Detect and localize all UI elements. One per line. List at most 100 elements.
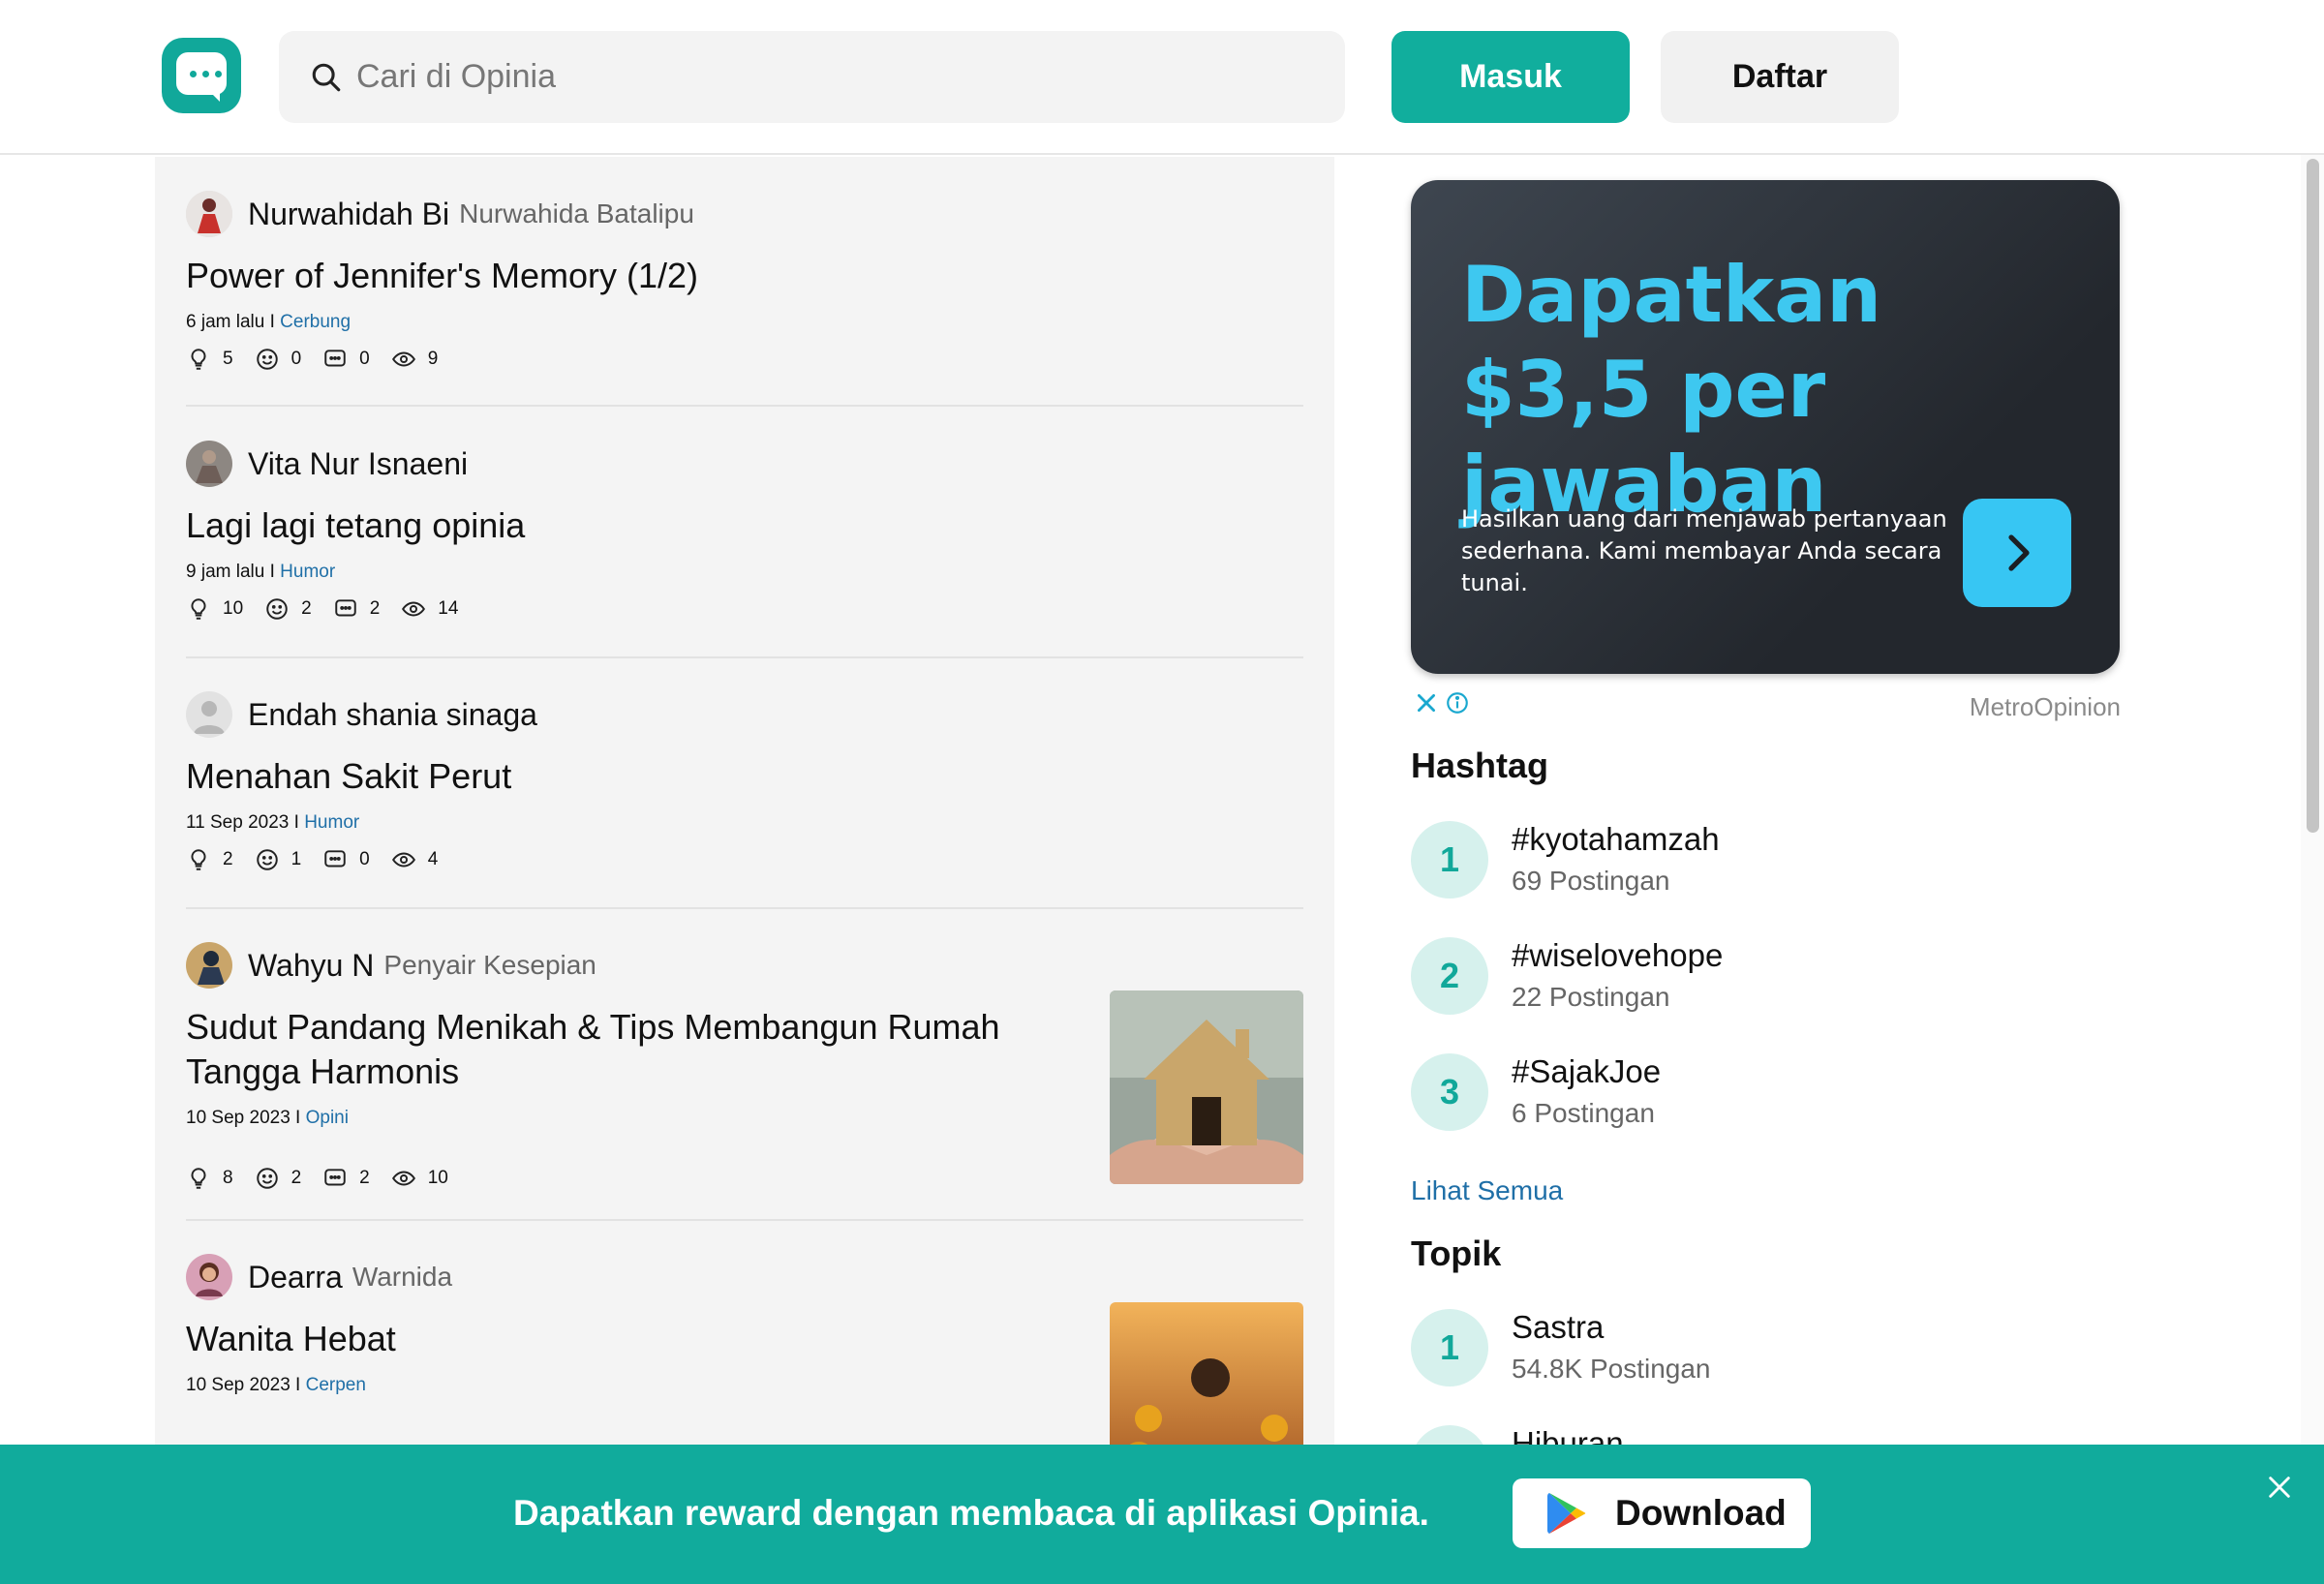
like-count: 8 <box>223 1168 233 1188</box>
hashtag-count: 6 Postingan <box>1512 1098 1655 1128</box>
reaction-count: 1 <box>290 849 302 869</box>
post-stats: 2 1 0 4 <box>186 847 1303 872</box>
post-author[interactable]: Endah shania sinaga <box>248 697 537 733</box>
post-meta: 6 jam lalu I Cerbung <box>186 312 1303 333</box>
hashtag-heading: Hashtag <box>1411 746 1549 785</box>
hashtag-item[interactable]: 1 #kyotahamzah 69 Postingan <box>1411 821 2089 899</box>
post-stats: 5 0 0 9 <box>186 347 1303 372</box>
ad-brand: MetroOpinion <box>1969 692 2121 721</box>
app-download-banner: Dapatkan reward dengan membaca di aplika… <box>0 1445 2324 1584</box>
post-time: 10 Sep 2023 <box>186 1375 290 1395</box>
hashtag-name[interactable]: #kyotahamzah <box>1512 821 1720 858</box>
banner-close-button[interactable] <box>2260 1468 2299 1507</box>
post-time: 10 Sep 2023 <box>186 1108 290 1128</box>
smiley-icon[interactable] <box>264 596 290 622</box>
reaction-count: 2 <box>301 598 312 619</box>
post-time: 9 jam lalu <box>186 562 265 582</box>
eye-icon <box>391 351 415 367</box>
post-author-username[interactable]: Warnida <box>352 1262 452 1293</box>
lightbulb-icon[interactable] <box>186 847 211 872</box>
avatar[interactable] <box>186 441 232 487</box>
post-category[interactable]: Cerpen <box>306 1375 366 1395</box>
eye-icon <box>391 1171 415 1186</box>
comment-count: 0 <box>359 849 370 869</box>
meta-separator: I <box>290 1375 306 1395</box>
post-title[interactable]: Menahan Sakit Perut <box>186 754 1303 799</box>
post-category[interactable]: Cerbung <box>280 312 351 332</box>
post-card[interactable]: Nurwahidah Bi Nurwahida Batalipu Power o… <box>186 190 1303 407</box>
comment-icon[interactable] <box>333 596 358 622</box>
ad-cta-button[interactable] <box>1963 499 2071 607</box>
topic-item[interactable]: 1 Sastra 54.8K Postingan <box>1411 1309 2089 1386</box>
post-category[interactable]: Humor <box>304 812 359 833</box>
reaction-count: 2 <box>290 1168 302 1188</box>
post-title[interactable]: Lagi lagi tetang opinia <box>186 503 1303 548</box>
hashtag-name[interactable]: #wiselovehope <box>1512 937 1723 974</box>
hashtag-item[interactable]: 2 #wiselovehope 22 Postingan <box>1411 937 2089 1015</box>
rank-badge: 2 <box>1411 937 1488 1015</box>
info-icon[interactable] <box>1445 690 1470 716</box>
lightbulb-icon[interactable] <box>186 1166 211 1191</box>
meta-separator: I <box>264 562 281 582</box>
post-category[interactable]: Humor <box>280 562 335 582</box>
lightbulb-icon[interactable] <box>186 596 211 622</box>
banner-text: Dapatkan reward dengan membaca di aplika… <box>513 1493 1429 1533</box>
smiley-icon[interactable] <box>255 847 280 872</box>
hashtag-item[interactable]: 3 #SajakJoe 6 Postingan <box>1411 1053 2089 1131</box>
avatar[interactable] <box>186 1254 232 1300</box>
post-card[interactable]: Endah shania sinaga Menahan Sakit Perut … <box>186 690 1303 909</box>
comment-icon[interactable] <box>322 847 348 872</box>
post-author[interactable]: Vita Nur Isnaeni <box>248 446 468 482</box>
post-title[interactable]: Power of Jennifer's Memory (1/2) <box>186 254 1303 298</box>
view-count: 9 <box>427 349 439 369</box>
post-author-username[interactable]: Penyair Kesepian <box>383 950 596 981</box>
post-category[interactable]: Opini <box>306 1108 349 1128</box>
post-author[interactable]: Dearra <box>248 1260 343 1295</box>
sponsored-ad[interactable]: Dapatkan $3,5 per jawaban Hasilkan uang … <box>1411 180 2120 674</box>
search-input[interactable] <box>356 58 1305 96</box>
google-play-icon <box>1547 1493 1586 1534</box>
download-button[interactable]: Download <box>1513 1478 1811 1548</box>
topic-name[interactable]: Sastra <box>1512 1309 1604 1346</box>
post-stats: 10 2 2 14 <box>186 596 1303 622</box>
post-card[interactable]: Dearra Warnida Wanita Hebat 10 Sep 2023 … <box>186 1253 1303 1454</box>
comment-icon[interactable] <box>322 1166 348 1191</box>
avatar[interactable] <box>186 691 232 738</box>
smiley-icon[interactable] <box>255 347 280 372</box>
view-count: 10 <box>427 1168 448 1188</box>
post-author-username[interactable]: Nurwahida Batalipu <box>459 198 694 229</box>
hashtag-name[interactable]: #SajakJoe <box>1512 1053 1661 1090</box>
search-bar[interactable] <box>279 31 1345 123</box>
see-all-hashtags-link[interactable]: Lihat Semua <box>1411 1175 1563 1206</box>
like-count: 5 <box>223 349 233 369</box>
close-icon[interactable] <box>1414 690 1439 716</box>
avatar[interactable] <box>186 191 232 237</box>
register-button[interactable]: Daftar <box>1661 31 1899 123</box>
post-thumbnail[interactable] <box>1110 1302 1303 1454</box>
post-author[interactable]: Wahyu N <box>248 948 374 984</box>
eye-icon <box>391 852 415 868</box>
post-author[interactable]: Nurwahidah Bi <box>248 197 449 232</box>
lightbulb-icon[interactable] <box>186 347 211 372</box>
comment-count: 0 <box>359 349 370 369</box>
top-header: Masuk Daftar <box>0 0 2324 155</box>
view-count: 14 <box>438 598 459 619</box>
post-thumbnail[interactable] <box>1110 990 1303 1184</box>
post-feed: Nurwahidah Bi Nurwahida Batalipu Power o… <box>155 157 1334 1454</box>
post-card[interactable]: Vita Nur Isnaeni Lagi lagi tetang opinia… <box>186 440 1303 658</box>
opinia-logo[interactable] <box>162 38 241 113</box>
avatar[interactable] <box>186 942 232 989</box>
ad-body: Hasilkan uang dari menjawab pertanyaan s… <box>1461 505 1947 596</box>
like-count: 2 <box>223 849 233 869</box>
scrollbar-thumb[interactable] <box>2307 159 2319 833</box>
ad-choices[interactable] <box>1414 690 1470 716</box>
rank-badge: 1 <box>1411 821 1488 899</box>
smiley-icon[interactable] <box>255 1166 280 1191</box>
comment-icon[interactable] <box>322 347 348 372</box>
close-icon <box>2269 1477 2290 1498</box>
login-button[interactable]: Masuk <box>1391 31 1630 123</box>
post-time: 11 Sep 2023 <box>186 812 290 833</box>
ad-headline[interactable]: Dapatkan $3,5 per jawaban <box>1461 248 2081 533</box>
post-card[interactable]: Wahyu N Penyair Kesepian Sudut Pandang M… <box>186 941 1303 1221</box>
post-title[interactable]: Sudut Pandang Menikah & Tips Membangun R… <box>186 1005 1038 1094</box>
